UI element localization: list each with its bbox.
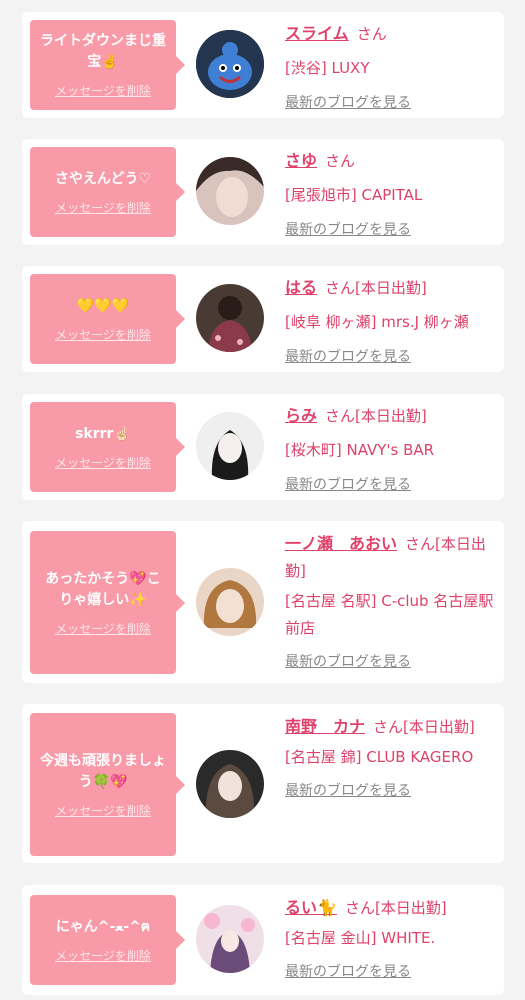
delete-message-link[interactable]: メッセージを削除: [55, 802, 151, 819]
slime-avatar-image: [196, 30, 264, 98]
message-text: skrrr☝🏻: [75, 425, 131, 442]
cast-info: 一ノ瀬 あおい さん[本日出勤] [名古屋 名駅] C-club 名古屋駅前店 最…: [285, 530, 500, 676]
message-bubble: skrrr☝🏻 メッセージを削除: [30, 402, 185, 492]
shop-label: [名古屋 錦] CLUB KAGERO: [285, 748, 474, 766]
cast-info: さゆ さん [尾張旭市] CAPITAL 最新のブログを見る: [285, 147, 500, 244]
cast-name-link[interactable]: 一ノ瀬 あおい: [285, 534, 397, 553]
status-label: [本日出勤]: [374, 899, 447, 917]
message-card: skrrr☝🏻 メッセージを削除 らみ さん[本日出勤] [桜木町] NAVY's…: [22, 394, 504, 500]
status-label: [本日出勤]: [355, 279, 427, 297]
delete-message-link[interactable]: メッセージを削除: [55, 620, 151, 637]
cast-name-link[interactable]: るい🐈: [285, 898, 337, 917]
delete-message-link[interactable]: メッセージを削除: [55, 947, 151, 964]
profile-photo: [196, 750, 264, 818]
latest-blog-link[interactable]: 最新のブログを見る: [285, 349, 411, 365]
cast-info: るい🐈 さん[本日出勤] [名古屋 金山] WHITE. 最新のブログを見る: [285, 894, 500, 986]
shop-label: [渋谷] LUXY: [285, 59, 370, 77]
profile-photo: [196, 568, 264, 636]
cast-info: スライム さん [渋谷] LUXY 最新のブログを見る: [285, 20, 500, 117]
shop-label: [名古屋 名駅] C-club 名古屋駅前店: [285, 592, 494, 637]
latest-blog-link[interactable]: 最新のブログを見る: [285, 654, 411, 670]
latest-blog-link[interactable]: 最新のブログを見る: [285, 783, 411, 799]
shop-label: [桜木町] NAVY's BAR: [285, 441, 435, 459]
honorific: さん: [344, 899, 375, 917]
message-bubble: 💛💛💛 メッセージを削除: [30, 274, 185, 364]
message-text: ライトダウンまじ重宝✌️: [40, 33, 166, 70]
message-text: 💛💛💛: [76, 297, 130, 314]
avatar[interactable]: [196, 568, 264, 636]
delete-message-link[interactable]: メッセージを削除: [55, 199, 151, 216]
cast-info: らみ さん[本日出勤] [桜木町] NAVY's BAR 最新のブログを見る: [285, 402, 500, 499]
cast-info: はる さん[本日出勤] [岐阜 柳ヶ瀬] mrs.J 柳ヶ瀬 最新のブログを見る: [285, 274, 500, 371]
avatar[interactable]: [196, 284, 264, 352]
message-card: 今週も頑張りましょう🍀💖 メッセージを削除 南野 カナ さん[本日出勤] [名古屋…: [22, 704, 504, 863]
message-text: あったかそう💖こりゃ嬉しい✨: [45, 570, 161, 608]
honorific: さん: [356, 25, 387, 43]
honorific: さん: [405, 535, 436, 553]
message-text: にゃん^-ﻌ-^ฅ: [55, 918, 151, 935]
latest-blog-link[interactable]: 最新のブログを見る: [285, 477, 411, 493]
avatar[interactable]: [196, 905, 264, 973]
shop-label: [尾張旭市] CAPITAL: [285, 186, 423, 204]
message-bubble: にゃん^-ﻌ-^ฅ メッセージを削除: [30, 895, 185, 985]
message-bubble: さやえんどう♡ メッセージを削除: [30, 147, 185, 237]
message-card: あったかそう💖こりゃ嬉しい✨ メッセージを削除 一ノ瀬 あおい さん[本日出勤] …: [22, 521, 504, 683]
message-card: にゃん^-ﻌ-^ฅ メッセージを削除 るい🐈 さん[本日出勤] [名古屋 金山] …: [22, 885, 504, 995]
latest-blog-link[interactable]: 最新のブログを見る: [285, 222, 411, 238]
latest-blog-link[interactable]: 最新のブログを見る: [285, 964, 411, 980]
cast-name-link[interactable]: はる: [285, 278, 317, 297]
cast-info: 南野 カナ さん[本日出勤] [名古屋 錦] CLUB KAGERO 最新のブログ…: [285, 713, 500, 805]
message-text: 今週も頑張りましょう🍀💖: [40, 752, 166, 790]
honorific: さん: [325, 407, 356, 425]
honorific: さん: [373, 718, 404, 736]
avatar[interactable]: [196, 750, 264, 818]
delete-message-link[interactable]: メッセージを削除: [55, 82, 151, 99]
message-bubble: ライトダウンまじ重宝✌️ メッセージを削除: [30, 20, 185, 110]
profile-photo: [196, 412, 264, 480]
message-card: 💛💛💛 メッセージを削除 はる さん[本日出勤] [岐阜 柳ヶ瀬] mrs.J 柳…: [22, 266, 504, 372]
cast-name-link[interactable]: 南野 カナ: [285, 717, 365, 736]
status-label: [本日出勤]: [403, 718, 475, 736]
avatar[interactable]: [196, 30, 264, 98]
shop-label: [岐阜 柳ヶ瀬] mrs.J 柳ヶ瀬: [285, 313, 469, 331]
message-card: さやえんどう♡ メッセージを削除 さゆ さん [尾張旭市] CAPITAL 最新の…: [22, 139, 504, 245]
delete-message-link[interactable]: メッセージを削除: [55, 326, 151, 343]
honorific: さん: [325, 152, 356, 170]
profile-photo: [196, 284, 264, 352]
cast-name-link[interactable]: さゆ: [285, 151, 317, 170]
avatar[interactable]: [196, 157, 264, 225]
profile-photo: [196, 905, 264, 973]
shop-label: [名古屋 金山] WHITE.: [285, 929, 436, 947]
message-card: ライトダウンまじ重宝✌️ メッセージを削除 スライム さん [渋谷] LUXY 最…: [22, 12, 504, 118]
message-bubble: 今週も頑張りましょう🍀💖 メッセージを削除: [30, 713, 185, 856]
delete-message-link[interactable]: メッセージを削除: [55, 454, 151, 471]
cast-name-link[interactable]: らみ: [285, 406, 317, 425]
profile-photo: [196, 157, 264, 225]
message-text: さやえんどう♡: [54, 170, 152, 187]
status-label: [本日出勤]: [355, 407, 427, 425]
cast-name-link[interactable]: スライム: [285, 24, 349, 43]
avatar[interactable]: [196, 412, 264, 480]
honorific: さん: [325, 279, 356, 297]
latest-blog-link[interactable]: 最新のブログを見る: [285, 95, 411, 111]
message-bubble: あったかそう💖こりゃ嬉しい✨ メッセージを削除: [30, 531, 185, 674]
